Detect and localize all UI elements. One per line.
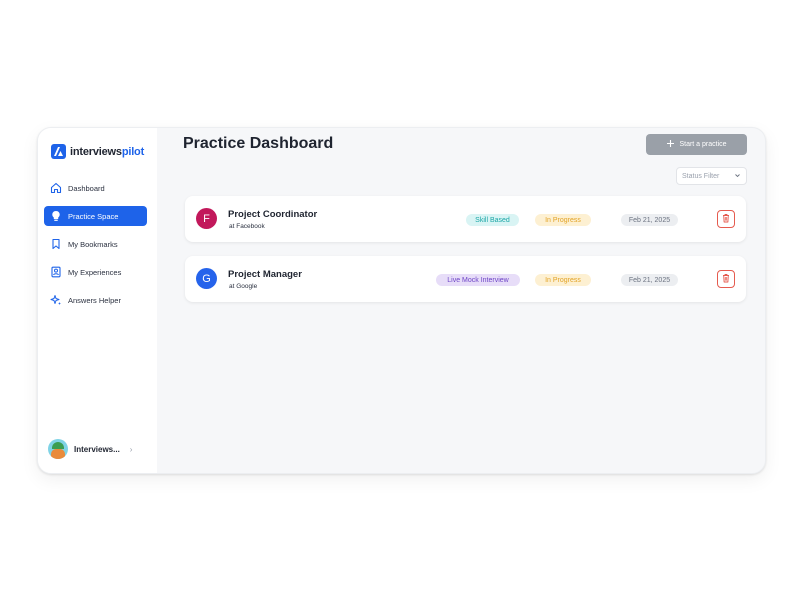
date-badge: Feb 21, 2025 (621, 274, 678, 286)
avatar (48, 439, 68, 459)
sidebar: interviewspilot Dashboard Practice Space… (38, 128, 157, 473)
status-filter-select[interactable]: Status Filter (676, 167, 747, 185)
chevron-right-icon: › (129, 444, 133, 454)
sparkle-icon (49, 294, 62, 307)
id-card-icon (49, 266, 62, 279)
home-icon (49, 182, 62, 195)
logo-mark-icon (51, 144, 66, 159)
status-badge: In Progress (535, 274, 591, 286)
sidebar-item-practice-space[interactable]: Practice Space (44, 206, 147, 226)
sidebar-item-label: My Bookmarks (68, 239, 118, 249)
brand-name-part2: pilot (121, 145, 145, 158)
app-window: interviewspilot Dashboard Practice Space… (37, 127, 766, 474)
brand-logo[interactable]: interviewspilot (51, 144, 144, 159)
page-title: Practice Dashboard (183, 135, 334, 152)
delete-button[interactable] (717, 210, 735, 228)
brand-name: interviewspilot (70, 146, 144, 158)
user-profile[interactable]: Interviews... › (48, 439, 132, 459)
company-initial-avatar: F (196, 208, 217, 229)
status-badge: In Progress (535, 214, 591, 226)
main-content: Practice Dashboard Start a practice Stat… (157, 128, 765, 473)
sidebar-item-dashboard[interactable]: Dashboard (44, 178, 147, 198)
sidebar-item-label: Practice Space (68, 211, 119, 221)
user-name: Interviews... (74, 444, 120, 454)
practice-company: at Facebook (229, 223, 265, 230)
trash-icon (721, 270, 731, 288)
company-initial-avatar: G (196, 268, 217, 289)
date-badge: Feb 21, 2025 (621, 214, 678, 226)
practice-type-badge: Live Mock Interview (436, 274, 520, 286)
bookmark-icon (49, 238, 62, 251)
lightbulb-icon (49, 210, 62, 223)
sidebar-item-label: Answers Helper (68, 295, 121, 305)
delete-button[interactable] (717, 270, 735, 288)
chevron-down-icon (734, 172, 741, 181)
practice-company: at Google (229, 283, 258, 290)
start-practice-label: Start a practice (679, 141, 727, 148)
practice-card[interactable]: G Project Manager at Google Live Mock In… (185, 256, 746, 302)
trash-icon (721, 210, 731, 228)
plus-icon (666, 139, 675, 150)
status-filter-placeholder: Status Filter (682, 172, 720, 180)
brand-name-part1: interviews (70, 145, 122, 158)
sidebar-item-label: Dashboard (68, 183, 105, 193)
sidebar-nav: Dashboard Practice Space My Bookmarks My… (44, 178, 147, 318)
sidebar-item-answers-helper[interactable]: Answers Helper (44, 290, 147, 310)
practice-title: Project Coordinator (228, 209, 318, 220)
start-practice-button[interactable]: Start a practice (646, 134, 747, 155)
practice-card[interactable]: F Project Coordinator at Facebook Skill … (185, 196, 746, 242)
sidebar-item-my-bookmarks[interactable]: My Bookmarks (44, 234, 147, 254)
practice-type-badge: Skill Based (466, 214, 519, 226)
sidebar-item-label: My Experiences (68, 267, 122, 277)
practice-title: Project Manager (228, 269, 302, 280)
sidebar-item-my-experiences[interactable]: My Experiences (44, 262, 147, 282)
